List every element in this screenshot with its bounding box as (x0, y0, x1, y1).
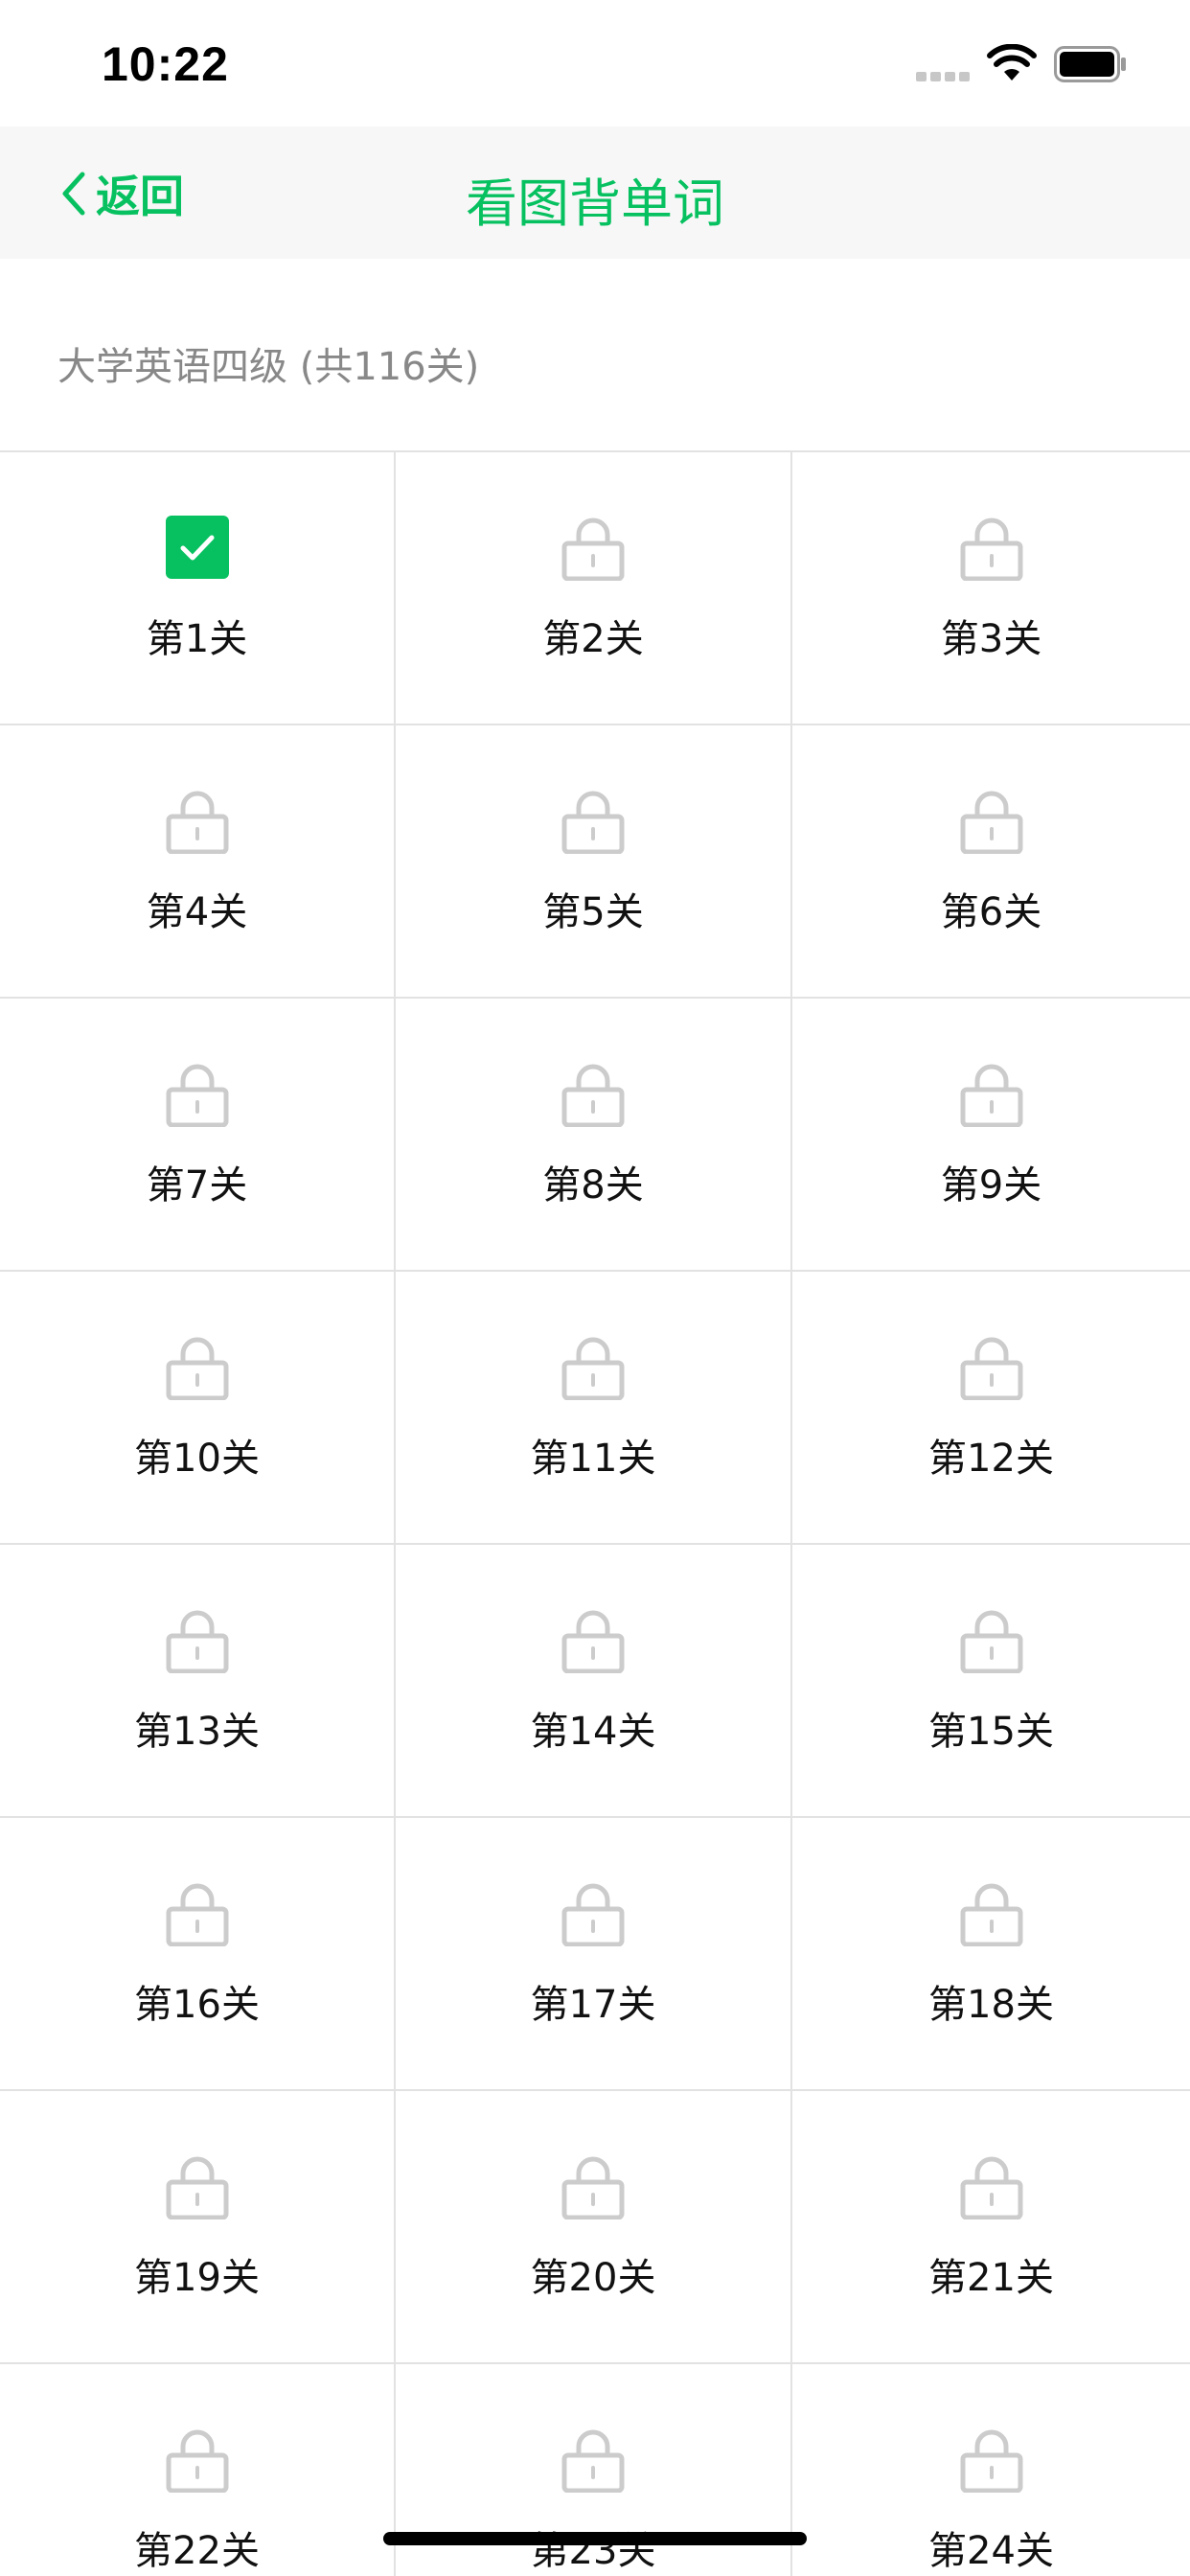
level-label: 第11关 (530, 1437, 656, 1481)
lock-icon (561, 518, 625, 581)
level-cell[interactable]: 第8关 (396, 999, 792, 1272)
level-label: 第3关 (940, 617, 1042, 661)
level-cell[interactable]: 第2关 (396, 452, 792, 725)
level-label: 第4关 (146, 890, 248, 934)
page-title: 看图背单词 (466, 173, 724, 234)
wifi-icon (987, 44, 1037, 80)
home-indicator (383, 2532, 807, 2545)
level-cell[interactable]: 第17关 (396, 1818, 792, 2091)
level-label: 第18关 (928, 1983, 1054, 2027)
lock-icon (960, 1610, 1022, 1673)
lock-icon (960, 1337, 1022, 1400)
status-bar: 10:22 (0, 0, 1190, 126)
level-cell[interactable]: 第22关 (0, 2364, 396, 2576)
level-cell[interactable]: 第4关 (0, 725, 396, 999)
battery-icon (1054, 46, 1126, 82)
lock-icon (561, 2156, 625, 2220)
level-cell[interactable]: 第3关 (792, 452, 1190, 725)
level-label: 第17关 (530, 1983, 656, 2027)
level-cell[interactable]: 第20关 (396, 2091, 792, 2364)
lock-icon (166, 1610, 228, 1673)
lock-icon (166, 2156, 228, 2220)
level-label: 第22关 (134, 2529, 260, 2573)
lock-icon (561, 791, 625, 854)
lock-icon (960, 2429, 1022, 2493)
lock-icon (960, 1883, 1022, 1946)
level-label: 第7关 (146, 1163, 248, 1208)
level-cell[interactable]: 第1关 (0, 452, 396, 725)
level-label: 第9关 (940, 1163, 1042, 1208)
level-label: 第10关 (134, 1437, 260, 1481)
level-label: 第12关 (928, 1437, 1054, 1481)
level-label: 第1关 (146, 617, 248, 661)
level-cell[interactable]: 第7关 (0, 999, 396, 1272)
level-cell[interactable]: 第11关 (396, 1272, 792, 1545)
check-icon (165, 516, 229, 579)
lock-icon (561, 1064, 625, 1127)
level-label: 第24关 (928, 2529, 1054, 2573)
level-label: 第14关 (530, 1710, 656, 1754)
level-cell[interactable]: 第5关 (396, 725, 792, 999)
level-grid: 第1关 第2关 第3关第4关 第5关 第6关第7关 第8关 第9关第10关 第11关 第12关第… (0, 450, 1190, 2576)
lock-icon (166, 1337, 228, 1400)
level-cell[interactable]: 第19关 (0, 2091, 396, 2364)
lock-icon (561, 1337, 625, 1400)
navigation-bar: 返回 看图背单词 (0, 126, 1190, 259)
level-label: 第6关 (940, 890, 1042, 934)
level-label: 第19关 (134, 2256, 260, 2300)
level-label: 第13关 (134, 1710, 260, 1754)
lock-icon (561, 1610, 625, 1673)
lock-icon (166, 2429, 228, 2493)
screen: 10:22 返回 看图背单词 大学英语四级 (共116关) 第1关 第2关 第3… (0, 0, 1190, 2576)
level-cell[interactable]: 第9关 (792, 999, 1190, 1272)
level-cell[interactable]: 第18关 (792, 1818, 1190, 2091)
level-cell[interactable]: 第15关 (792, 1545, 1190, 1818)
lock-icon (166, 791, 228, 854)
lock-icon (960, 1064, 1022, 1127)
level-cell[interactable]: 第24关 (792, 2364, 1190, 2576)
lock-icon (960, 2156, 1022, 2220)
level-cell[interactable]: 第14关 (396, 1545, 792, 1818)
cellular-signal-icon (916, 72, 970, 81)
lock-icon (960, 791, 1022, 854)
level-cell[interactable]: 第6关 (792, 725, 1190, 999)
level-label: 第20关 (530, 2256, 656, 2300)
status-time: 10:22 (102, 37, 229, 91)
level-cell[interactable]: 第16关 (0, 1818, 396, 2091)
level-label: 第2关 (542, 617, 644, 661)
level-label: 第8关 (542, 1163, 644, 1208)
section-title: 大学英语四级 (共116关) (57, 345, 480, 389)
level-cell[interactable]: 第13关 (0, 1545, 396, 1818)
level-cell[interactable]: 第12关 (792, 1272, 1190, 1545)
level-label: 第5关 (542, 890, 644, 934)
level-label: 第16关 (134, 1983, 260, 2027)
level-label: 第21关 (928, 2256, 1054, 2300)
lock-icon (166, 1883, 228, 1946)
level-cell[interactable]: 第21关 (792, 2091, 1190, 2364)
lock-icon (960, 518, 1022, 581)
lock-icon (561, 1883, 625, 1946)
level-label: 第23关 (530, 2529, 656, 2573)
level-cell[interactable]: 第10关 (0, 1272, 396, 1545)
level-label: 第15关 (928, 1710, 1054, 1754)
lock-icon (561, 2429, 625, 2493)
lock-icon (166, 1064, 228, 1127)
